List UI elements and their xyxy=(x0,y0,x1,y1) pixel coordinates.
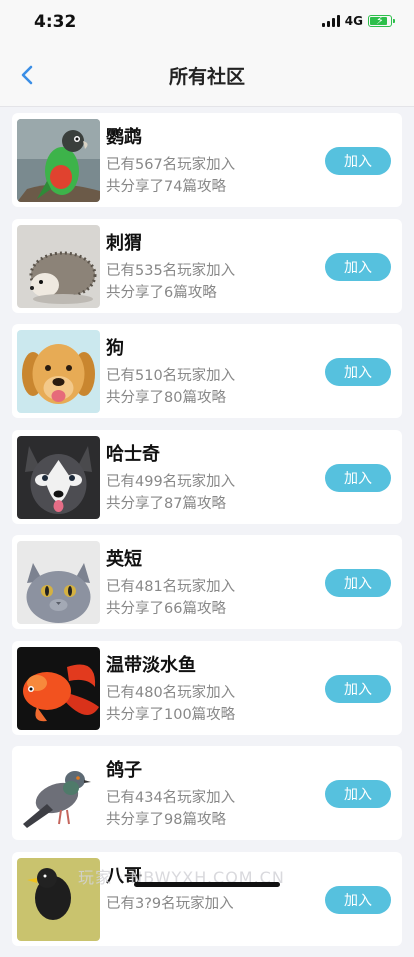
network-type: 4G xyxy=(344,14,363,28)
join-button[interactable]: 加入 xyxy=(325,358,391,386)
member-count: 已有535名玩家加入 xyxy=(106,262,236,279)
join-button[interactable]: 加入 xyxy=(325,674,391,703)
community-card[interactable]: 狗 已有510名玩家加入 共分享了80篇攻略 加入 xyxy=(12,324,402,418)
community-card[interactable]: 刺猬 已有535名玩家加入 共分享了6篇攻略 加入 xyxy=(12,218,402,313)
golden-retriever-image xyxy=(17,330,100,413)
hedgehog-image xyxy=(17,224,100,308)
parrot-image xyxy=(17,119,100,202)
status-time: 4:32 xyxy=(34,12,77,32)
community-card[interactable]: 鸽子 已有434名玩家加入 共分享了98篇攻略 加入 xyxy=(12,746,402,840)
join-button[interactable]: 加入 xyxy=(325,147,391,175)
guide-count: 共分享了6篇攻略 xyxy=(106,284,217,301)
member-count: 已有499名玩家加入 xyxy=(106,473,236,490)
community-name: 温带淡水鱼 xyxy=(106,654,196,676)
member-count: 已有510名玩家加入 xyxy=(106,368,236,384)
nav-bar: 所有社区 xyxy=(0,44,414,107)
community-list: 鹦鹉 已有567名玩家加入 共分享了74篇攻略 加入 刺猬 已有535名玩家加入… xyxy=(12,113,402,957)
guide-count: 共分享了87篇攻略 xyxy=(106,495,226,512)
join-button[interactable]: 加入 xyxy=(325,780,391,808)
join-button[interactable]: 加入 xyxy=(325,463,391,492)
member-count: 已有434名玩家加入 xyxy=(106,790,236,806)
battery-icon: ⚡ xyxy=(368,14,395,27)
community-name: 鹦鹉 xyxy=(106,127,142,148)
community-name: 刺猬 xyxy=(106,232,142,254)
join-button[interactable]: 加入 xyxy=(325,569,391,597)
guide-count: 共分享了100篇攻略 xyxy=(106,706,236,723)
husky-image xyxy=(17,435,100,519)
community-card[interactable]: 哈士奇 已有499名玩家加入 共分享了87篇攻略 加入 xyxy=(12,429,402,524)
community-name: 哈士奇 xyxy=(106,443,160,465)
british-shorthair-image xyxy=(17,541,100,624)
community-name: 英短 xyxy=(106,549,142,570)
guide-count: 共分享了80篇攻略 xyxy=(106,390,226,406)
page-title: 所有社区 xyxy=(168,66,245,88)
pigeon-image xyxy=(17,752,100,835)
community-card[interactable]: 英短 已有481名玩家加入 共分享了66篇攻略 加入 xyxy=(12,535,402,629)
join-button[interactable]: 加入 xyxy=(325,885,391,914)
member-count: 已有480名玩家加入 xyxy=(106,684,236,701)
guide-count: 共分享了74篇攻略 xyxy=(106,179,226,195)
member-count: 已有481名玩家加入 xyxy=(106,579,236,595)
guide-count: 共分享了98篇攻略 xyxy=(106,812,226,828)
member-count: 已有567名玩家加入 xyxy=(106,157,236,173)
signal-icon xyxy=(321,15,340,27)
community-card[interactable]: 温带淡水鱼 已有480名玩家加入 共分享了100篇攻略 加入 xyxy=(12,640,402,735)
status-bar: 4:32 4G ⚡ xyxy=(0,0,414,44)
community-name: 鸽子 xyxy=(106,760,142,781)
status-indicators: 4G ⚡ xyxy=(321,14,395,28)
goldfish-image xyxy=(17,646,100,730)
home-indicator[interactable] xyxy=(134,882,280,887)
community-card[interactable]: 鹦鹉 已有567名玩家加入 共分享了74篇攻略 加入 xyxy=(12,113,402,207)
community-name: 狗 xyxy=(106,338,124,359)
guide-count: 共分享了66篇攻略 xyxy=(106,601,226,617)
member-count: 已有3?9名玩家加入 xyxy=(106,895,234,912)
join-button[interactable]: 加入 xyxy=(325,252,391,281)
